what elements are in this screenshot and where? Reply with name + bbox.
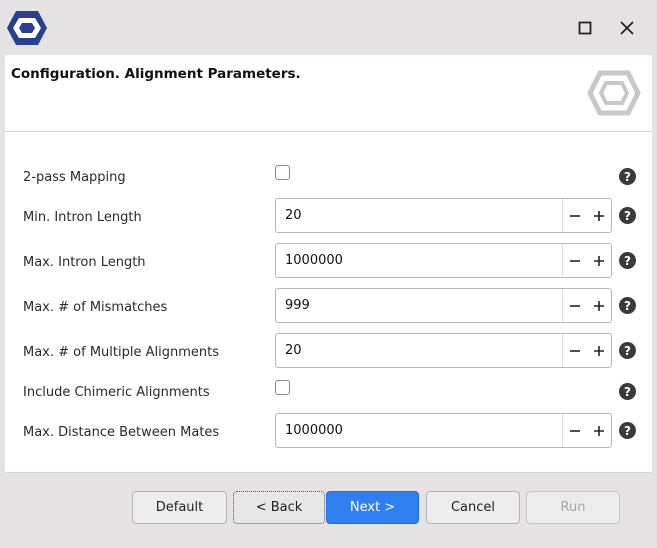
app-logo-icon: [7, 11, 47, 45]
param-label: Max. # of Multiple Alignments: [23, 345, 219, 360]
increment-button[interactable]: [587, 414, 611, 447]
2pass-mapping-checkbox[interactable]: [275, 165, 290, 180]
cancel-button[interactable]: Cancel: [426, 491, 520, 524]
parameters-panel: 2-pass Mapping ? Min. Intron Length ? Ma…: [5, 132, 652, 473]
minus-icon: [570, 349, 580, 352]
maximize-button[interactable]: [571, 14, 599, 42]
decrement-button[interactable]: [562, 334, 587, 367]
wizard-header: Configuration. Alignment Parameters.: [5, 55, 652, 132]
title-bar: [0, 0, 657, 55]
maximize-icon: [578, 21, 592, 35]
header-logo-icon: [587, 70, 641, 116]
help-icon[interactable]: ?: [619, 168, 636, 185]
next-button[interactable]: Next >: [326, 491, 419, 524]
max-distance-between-mates-input[interactable]: [285, 414, 555, 447]
max-mismatches-spinbox: [275, 288, 612, 323]
param-label: Include Chimeric Alignments: [23, 385, 210, 400]
help-icon[interactable]: ?: [619, 207, 636, 224]
close-icon: [620, 21, 634, 35]
svg-text:?: ?: [624, 424, 631, 438]
help-icon[interactable]: ?: [619, 422, 636, 439]
plus-icon: [594, 210, 604, 221]
decrement-button[interactable]: [562, 414, 587, 447]
svg-text:?: ?: [624, 209, 631, 223]
close-button[interactable]: [613, 14, 641, 42]
svg-text:?: ?: [624, 170, 631, 184]
help-icon[interactable]: ?: [619, 383, 636, 400]
include-chimeric-alignments-checkbox[interactable]: [275, 380, 290, 395]
max-distance-between-mates-spinbox: [275, 413, 612, 448]
param-label: Max. Intron Length: [23, 255, 146, 270]
run-button: Run: [526, 491, 620, 524]
decrement-button[interactable]: [562, 244, 587, 277]
help-icon[interactable]: ?: [619, 342, 636, 359]
param-label: Max. Distance Between Mates: [23, 425, 220, 440]
decrement-button[interactable]: [562, 289, 587, 322]
page-title: Configuration. Alignment Parameters.: [11, 66, 301, 82]
plus-icon: [594, 300, 604, 311]
max-intron-length-spinbox: [275, 243, 612, 278]
back-button[interactable]: < Back: [233, 491, 325, 524]
max-intron-length-input[interactable]: [285, 244, 555, 277]
param-label: Min. Intron Length: [23, 210, 142, 225]
param-label: Max. # of Mismatches: [23, 300, 168, 315]
max-multiple-alignments-input[interactable]: [285, 334, 555, 367]
help-icon[interactable]: ?: [619, 297, 636, 314]
min-intron-length-input[interactable]: [285, 199, 555, 232]
plus-icon: [594, 255, 604, 266]
minus-icon: [570, 304, 580, 307]
svg-text:?: ?: [624, 299, 631, 313]
plus-icon: [594, 425, 604, 436]
help-icon[interactable]: ?: [619, 252, 636, 269]
plus-icon: [594, 345, 604, 356]
max-multiple-alignments-spinbox: [275, 333, 612, 368]
svg-text:?: ?: [624, 254, 631, 268]
param-label: 2-pass Mapping: [23, 170, 126, 185]
default-button[interactable]: Default: [132, 491, 227, 524]
max-mismatches-input[interactable]: [285, 289, 555, 322]
minus-icon: [570, 429, 580, 432]
minus-icon: [570, 214, 580, 217]
increment-button[interactable]: [587, 199, 611, 232]
increment-button[interactable]: [587, 334, 611, 367]
minus-icon: [570, 259, 580, 262]
svg-text:?: ?: [624, 385, 631, 399]
svg-text:?: ?: [624, 344, 631, 358]
increment-button[interactable]: [587, 244, 611, 277]
increment-button[interactable]: [587, 289, 611, 322]
wizard-footer: Default < Back Next > Cancel Run: [0, 473, 657, 548]
decrement-button[interactable]: [562, 199, 587, 232]
min-intron-length-spinbox: [275, 198, 612, 233]
